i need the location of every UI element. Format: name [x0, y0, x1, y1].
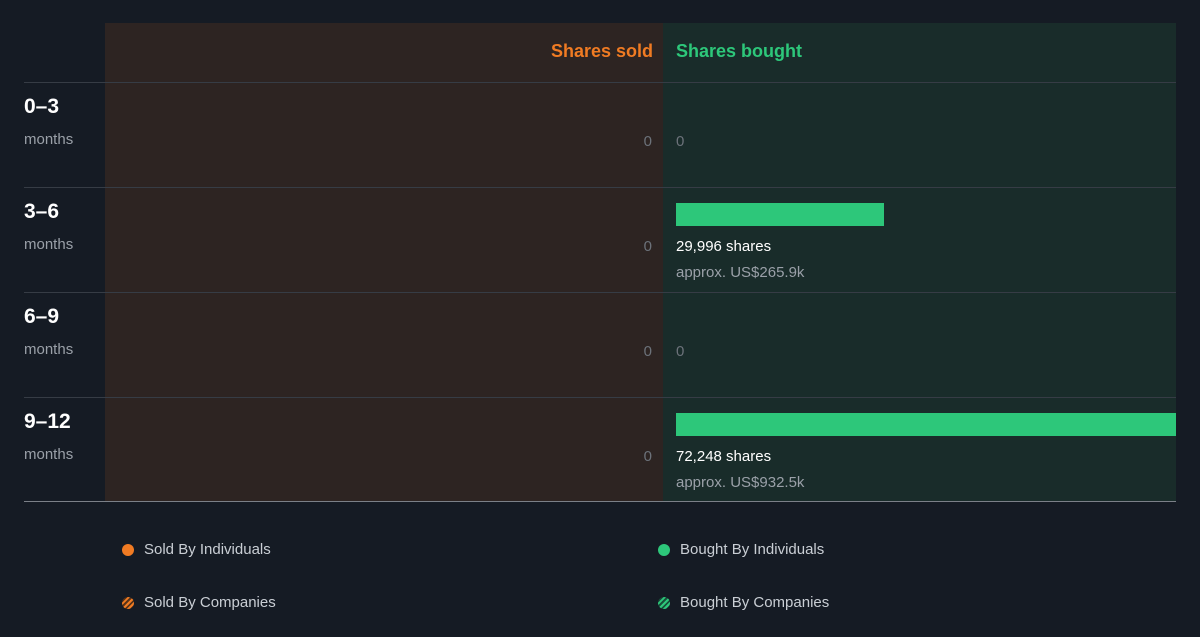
legend-label: Bought By Individuals: [680, 541, 825, 558]
bought-bar: [676, 203, 884, 226]
orange-dot-icon: [122, 543, 134, 556]
bought-approx-label: approx. US$932.5k: [676, 474, 805, 491]
sold-value: 0: [643, 238, 652, 255]
legend-label: Sold By Individuals: [144, 541, 271, 558]
bought-approx-label: approx. US$265.9k: [676, 264, 805, 281]
period-row-6-9: 6–9 months 0 0: [0, 297, 1200, 402]
period-label: 3–6: [24, 200, 60, 223]
legend-bought-companies: Bought By Companies: [658, 594, 829, 611]
bought-shares-label: 29,996 shares: [676, 238, 772, 255]
green-striped-dot-icon: [658, 596, 670, 609]
legend-label: Sold By Companies: [144, 594, 276, 611]
period-label: 6–9: [24, 305, 60, 328]
period-label: 0–3: [24, 95, 60, 118]
legend-label: Bought By Companies: [680, 594, 830, 611]
legend-sold-companies: Sold By Companies: [122, 594, 276, 611]
insider-trading-chart: Shares sold Shares bought 0–3 months 0 0…: [0, 0, 1200, 637]
sold-value: 0: [643, 133, 652, 150]
legend-sold-individuals: Sold By Individuals: [122, 541, 271, 558]
bought-value: 0: [676, 133, 685, 150]
period-label: 9–12: [24, 410, 71, 433]
bought-bar: [676, 413, 1176, 436]
sold-value: 0: [643, 448, 652, 465]
period-row-9-12: 9–12 months 0 72,248 shares approx. US$9…: [0, 402, 1200, 507]
row-divider: [24, 82, 1176, 83]
period-unit: months: [24, 236, 74, 253]
period-row-3-6: 3–6 months 0 29,996 shares approx. US$26…: [0, 192, 1200, 297]
period-unit: months: [24, 131, 74, 148]
bought-value: 0: [676, 343, 685, 360]
orange-striped-dot-icon: [122, 596, 134, 609]
green-dot-icon: [658, 543, 670, 556]
period-unit: months: [24, 341, 74, 358]
sold-value: 0: [643, 343, 652, 360]
period-unit: months: [24, 446, 74, 463]
shares-bought-header: Shares bought: [676, 41, 803, 61]
bought-shares-label: 72,248 shares: [676, 448, 772, 465]
shares-sold-header: Shares sold: [550, 41, 653, 61]
period-row-0-3: 0–3 months 0 0: [0, 87, 1200, 192]
legend-bought-individuals: Bought By Individuals: [658, 541, 824, 558]
